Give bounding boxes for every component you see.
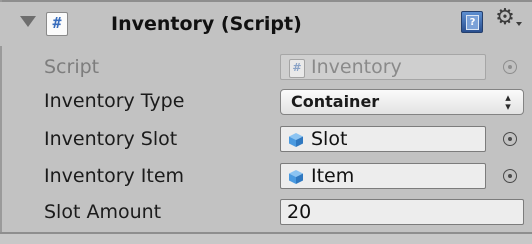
slot-amount-label: Slot Amount [44, 201, 162, 223]
inventory-type-label: Inventory Type [44, 90, 185, 112]
object-picker-icon[interactable] [503, 132, 517, 146]
object-picker-icon [503, 60, 517, 74]
inventory-type-value: Container [291, 92, 380, 111]
component-header[interactable]: # Inventory (Script) ? ⚙ [0, 2, 532, 46]
prefab-cube-icon [289, 133, 303, 147]
slot-amount-row: Slot Amount 20 [0, 195, 532, 229]
object-picker-icon[interactable] [503, 169, 517, 183]
inventory-item-field[interactable]: Item [280, 163, 486, 189]
script-label: Script [44, 56, 100, 78]
inventory-item-value: Item [311, 165, 355, 187]
slot-amount-value: 20 [287, 201, 312, 223]
slot-amount-input[interactable]: 20 [280, 199, 524, 225]
inventory-type-dropdown[interactable]: Container ▴ ▾ [280, 89, 524, 115]
script-field-value: Inventory [311, 56, 402, 78]
gear-icon[interactable]: ⚙ [494, 6, 516, 30]
inventory-slot-value: Slot [311, 128, 348, 150]
inventory-slot-row: Inventory Slot Slot [0, 122, 532, 156]
script-row: Script # Inventory [0, 50, 532, 84]
inspector-panel: # Inventory (Script) ? ⚙ Script # Invent… [0, 0, 532, 244]
help-icon[interactable]: ? [461, 11, 483, 33]
script-icon: # [289, 59, 305, 78]
inventory-item-row: Inventory Item Item [0, 159, 532, 193]
foldout-arrow-icon[interactable] [20, 16, 36, 27]
prefab-cube-icon [289, 170, 303, 184]
inventory-slot-label: Inventory Slot [44, 128, 178, 150]
inspector-empty-area [0, 234, 532, 244]
inventory-type-row: Inventory Type Container ▴ ▾ [0, 84, 532, 118]
up-down-arrows-icon: ▴ ▾ [505, 91, 511, 113]
script-field: # Inventory [280, 54, 486, 80]
inventory-slot-field[interactable]: Slot [280, 126, 486, 152]
script-icon: # [46, 12, 68, 36]
gear-dropdown-arrow-icon[interactable] [516, 22, 522, 26]
inventory-item-label: Inventory Item [44, 165, 185, 187]
component-title: Inventory (Script) [111, 13, 302, 35]
